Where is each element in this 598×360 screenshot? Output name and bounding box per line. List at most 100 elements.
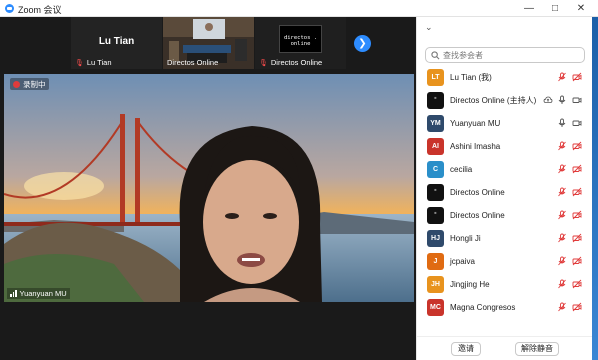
participant-row[interactable]: Jjcpaiva: [417, 250, 593, 273]
participant-row[interactable]: JH Jingjing He: [417, 273, 593, 296]
mic-muted-icon[interactable]: [557, 233, 567, 243]
logo-text: directos . online: [283, 35, 318, 47]
video-off-icon[interactable]: [572, 164, 582, 174]
search-icon: [431, 50, 440, 59]
maximize-button[interactable]: □: [542, 0, 568, 17]
thumbnail-label: Directos Online: [163, 58, 218, 67]
mic-muted-icon: 🎙︎: [75, 59, 84, 67]
unmute-all-button[interactable]: 解除静音: [515, 342, 559, 356]
video-icon[interactable]: [572, 118, 582, 128]
avatar: C: [427, 161, 444, 178]
collapse-panel-button[interactable]: ⌄: [425, 22, 433, 33]
participant-name: Jingjing He: [450, 280, 490, 289]
avatar: HJ: [427, 230, 444, 247]
avatar: ■: [427, 92, 444, 109]
speaker-name: Yuanyuan MU: [19, 289, 67, 298]
video-off-icon[interactable]: [572, 141, 582, 151]
thumbnail-label: 🎙︎ Lu Tian: [71, 58, 112, 67]
participant-name: Directos Online: [450, 188, 505, 197]
speaker-video-frame: [4, 74, 414, 302]
participant-row[interactable]: YM Yuanyuan MU: [417, 112, 593, 135]
mic-muted-icon[interactable]: [557, 141, 567, 151]
chevron-down-icon: ⌄: [425, 22, 433, 32]
thumbnail-lu-tian[interactable]: Lu Tian 🎙︎ Lu Tian: [71, 17, 162, 69]
mic-muted-icon: 🎙︎: [259, 59, 268, 67]
mic-muted-icon[interactable]: [557, 279, 567, 289]
participant-name: Yuanyuan MU: [450, 119, 501, 128]
participant-name: Hongli Ji: [450, 234, 481, 243]
minimize-button[interactable]: —: [516, 0, 542, 17]
video-off-icon[interactable]: [572, 72, 582, 82]
panel-footer: 邀请 解除静音: [417, 336, 593, 360]
cloud-icon: [543, 96, 553, 103]
mic-muted-icon[interactable]: [557, 302, 567, 312]
participant-name: Lu Tian (我): [450, 73, 492, 82]
chevron-right-icon: ❯: [358, 38, 367, 49]
thumbnail-directos-room[interactable]: Directos Online: [163, 17, 254, 69]
video-off-icon[interactable]: [572, 302, 582, 312]
directos-logo-icon: ■: [434, 210, 437, 215]
video-off-icon[interactable]: [572, 256, 582, 266]
video-off-icon[interactable]: [572, 233, 582, 243]
avatar: LT: [427, 69, 444, 86]
invite-button[interactable]: 邀请: [451, 342, 481, 356]
participant-name: Magna Congresos: [450, 303, 516, 312]
next-page-button[interactable]: ❯: [354, 35, 371, 52]
mic-icon[interactable]: [557, 118, 567, 128]
participant-row[interactable]: HJ Hongli Ji: [417, 227, 593, 250]
active-speaker-video: 录制中 Yuanyuan MU: [4, 74, 414, 302]
participant-row[interactable]: AI Ashini Imasha: [417, 135, 593, 158]
avatar: YM: [427, 115, 444, 132]
avatar: MC: [427, 299, 444, 316]
video-icon[interactable]: [572, 95, 582, 105]
participant-list: LT Lu Tian (我) ■ Directos Online (主持人) YM Yua…: [417, 66, 593, 328]
avatar: ■: [427, 184, 444, 201]
directos-logo-icon: ■: [434, 95, 437, 100]
thumbnail-directos-online[interactable]: directos . online 🎙︎ Directos Online: [255, 17, 346, 69]
directos-logo-icon: ■: [434, 187, 437, 192]
video-off-icon[interactable]: [572, 210, 582, 220]
thumbnail-name: Lu Tian: [86, 58, 112, 67]
participant-name: Ashini Imasha: [450, 142, 501, 151]
participant-name: jcpaiva: [450, 257, 475, 266]
thumbnail-strip: Lu Tian 🎙︎ Lu Tian Directos Online direc…: [0, 17, 416, 69]
avatar: JH: [427, 276, 444, 293]
close-button[interactable]: ✕: [568, 0, 594, 17]
participant-row[interactable]: ■ Directos Online (主持人): [417, 89, 593, 112]
participant-row[interactable]: ■ Directos Online: [417, 181, 593, 204]
zoom-logo-icon: [5, 4, 14, 13]
avatar: ■: [427, 207, 444, 224]
mic-muted-icon[interactable]: [557, 187, 567, 197]
title-bar: Zoom 会议 — □ ✕: [0, 0, 598, 17]
participant-name: Directos Online: [450, 211, 505, 220]
mic-muted-icon[interactable]: [557, 164, 567, 174]
participant-row[interactable]: MC Magna Congresos: [417, 296, 593, 319]
search-placeholder: 查找参会者: [443, 50, 483, 60]
speaker-name-label: Yuanyuan MU: [7, 288, 70, 299]
video-off-icon[interactable]: [572, 187, 582, 197]
mic-muted-icon[interactable]: [557, 72, 567, 82]
signal-strength-icon: [10, 290, 17, 297]
meeting-area: Lu Tian 🎙︎ Lu Tian Directos Online direc…: [0, 17, 416, 360]
thumbnail-display-name: Lu Tian: [98, 36, 135, 47]
recording-badge: 录制中: [10, 78, 49, 90]
avatar: AI: [427, 138, 444, 155]
participant-row[interactable]: LT Lu Tian (我): [417, 66, 593, 89]
participant-name: cecilia: [450, 165, 473, 174]
video-off-icon[interactable]: [572, 279, 582, 289]
avatar: J: [427, 253, 444, 270]
recording-label: 录制中: [23, 79, 46, 89]
participant-row[interactable]: Ccecilia: [417, 158, 593, 181]
participant-search-input[interactable]: 查找参会者: [425, 47, 585, 63]
mic-muted-icon[interactable]: [557, 210, 567, 220]
participants-panel: ⌄ 查找参会者 LT Lu Tian (我) ■ Directos Online (主…: [416, 17, 593, 360]
participant-name: Directos Online (主持人): [450, 96, 537, 105]
thumbnail-name: Directos Online: [167, 58, 219, 67]
mic-icon[interactable]: [557, 95, 567, 105]
thumbnail-name: Directos Online: [270, 58, 323, 67]
thumbnail-label: 🎙︎ Directos Online: [255, 58, 322, 67]
desktop-background-edge: [592, 17, 598, 360]
window-title: Zoom 会议: [18, 5, 62, 15]
participant-row[interactable]: ■ Directos Online: [417, 204, 593, 227]
mic-muted-icon[interactable]: [557, 256, 567, 266]
